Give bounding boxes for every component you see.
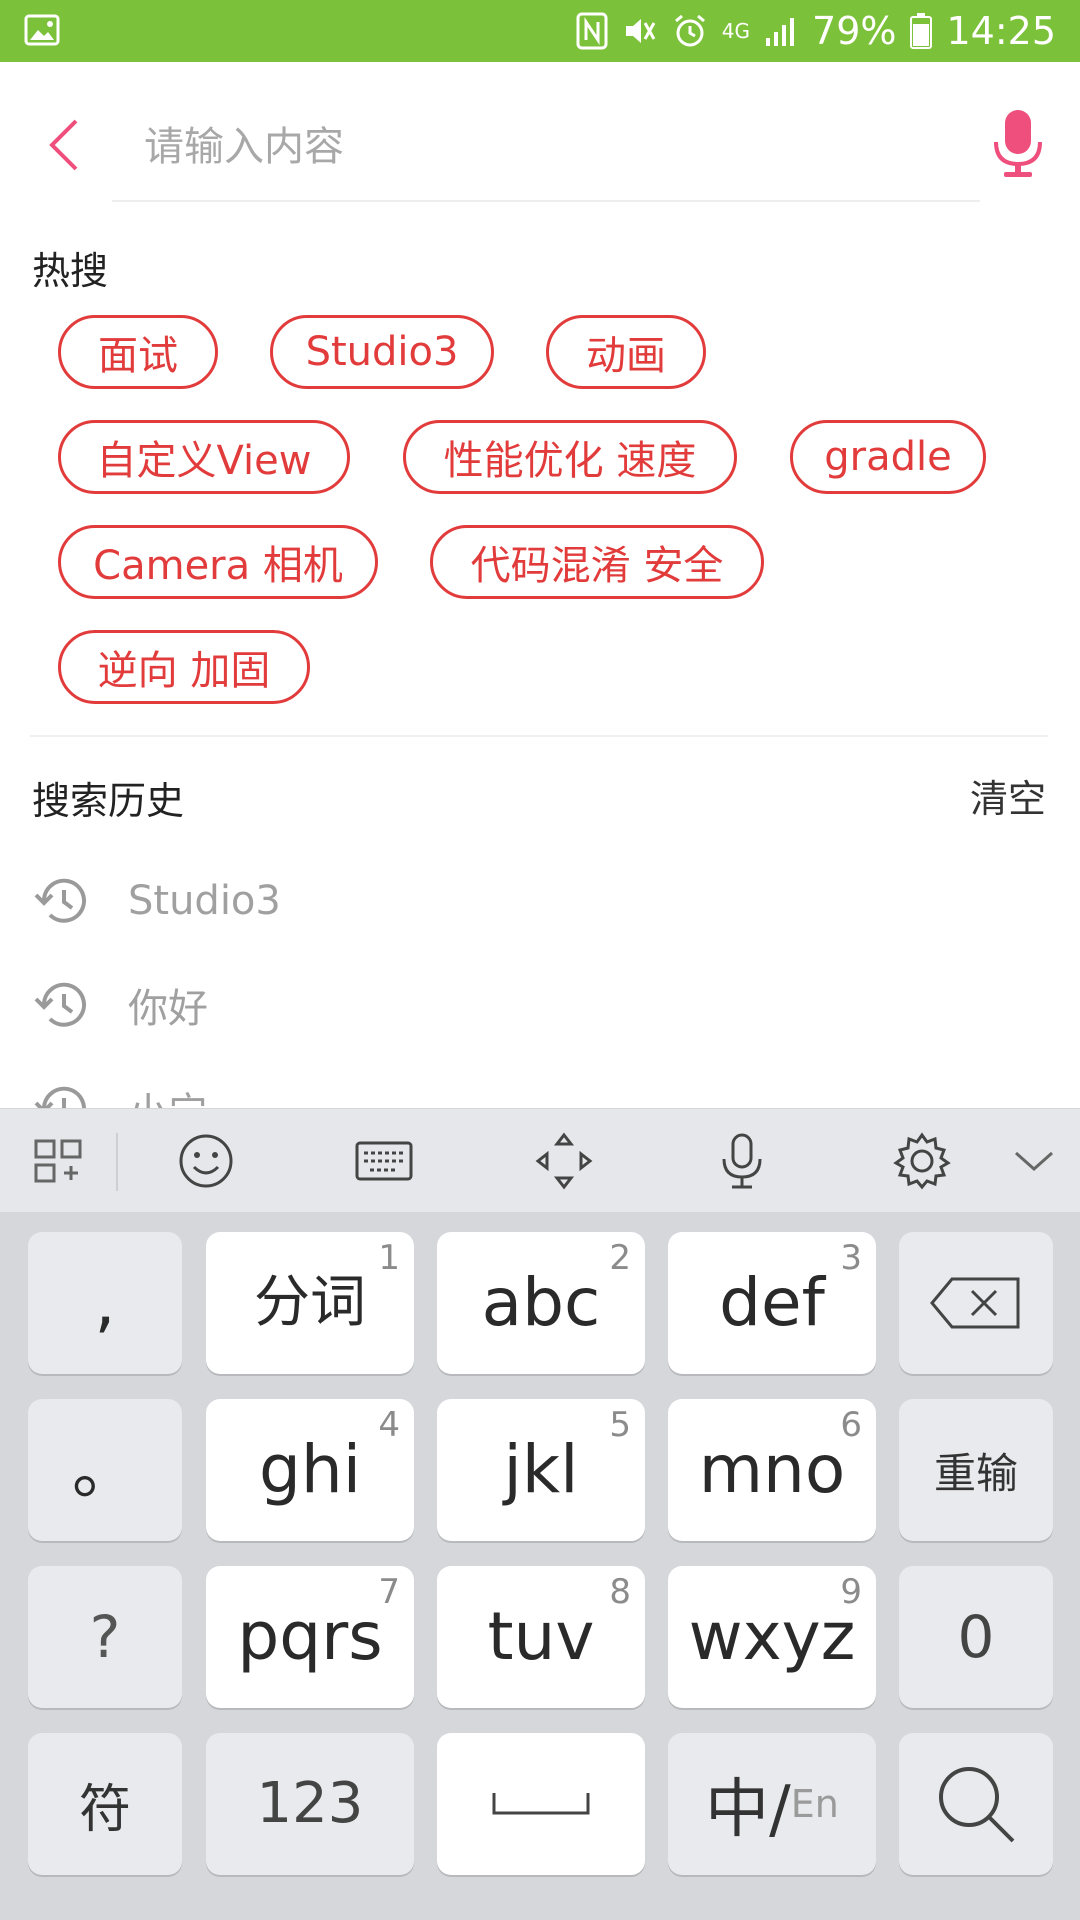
hot-tag[interactable]: Studio3 bbox=[270, 315, 494, 389]
history-item[interactable]: 你好 bbox=[30, 960, 1050, 1050]
history-item-label: 你好 bbox=[128, 986, 208, 1032]
key-symbols[interactable]: 符 bbox=[28, 1733, 182, 1875]
signal-icon bbox=[766, 18, 795, 46]
hot-tag[interactable]: 逆向 加固 bbox=[58, 630, 310, 704]
keyboard-toolbar bbox=[0, 1108, 1080, 1213]
space-icon bbox=[492, 1793, 590, 1815]
hot-tag[interactable]: Camera 相机 bbox=[58, 525, 378, 599]
key-numbers[interactable]: 123 bbox=[206, 1733, 414, 1875]
back-arrow-icon[interactable] bbox=[40, 115, 92, 175]
apps-grid-icon[interactable] bbox=[30, 1131, 90, 1191]
history-icon bbox=[34, 982, 86, 1027]
search-underline bbox=[112, 200, 980, 202]
hot-tag[interactable]: 面试 bbox=[58, 315, 218, 389]
history-title: 搜索历史 bbox=[32, 779, 185, 823]
key-3[interactable]: def 3 bbox=[668, 1232, 876, 1374]
key-0[interactable]: 0 bbox=[899, 1566, 1053, 1708]
key-space[interactable] bbox=[437, 1733, 645, 1875]
keyboard-icon[interactable] bbox=[354, 1131, 414, 1191]
battery-percent: 79% bbox=[812, 9, 897, 53]
settings-gear-icon[interactable] bbox=[892, 1131, 952, 1191]
hot-tag[interactable]: 自定义View bbox=[58, 420, 350, 494]
section-divider bbox=[30, 735, 1048, 737]
backspace-icon bbox=[930, 1277, 1020, 1329]
battery-icon bbox=[910, 13, 933, 49]
hot-tag[interactable]: 代码混淆 安全 bbox=[430, 525, 764, 599]
key-backspace[interactable] bbox=[899, 1232, 1053, 1374]
key-2[interactable]: abc 2 bbox=[437, 1232, 645, 1374]
voice-input-icon[interactable] bbox=[712, 1131, 772, 1191]
key-5[interactable]: jkl 5 bbox=[437, 1399, 645, 1541]
gallery-notification-icon bbox=[24, 14, 60, 46]
key-8[interactable]: tuv 8 bbox=[437, 1566, 645, 1708]
clear-history-button[interactable]: 清空 bbox=[970, 768, 1046, 823]
status-bar: 4G 79% 14:25 bbox=[0, 0, 1080, 62]
hot-tag[interactable]: 性能优化 速度 bbox=[403, 420, 737, 494]
cursor-move-icon[interactable] bbox=[534, 1131, 594, 1191]
clock: 14:25 bbox=[946, 9, 1056, 53]
key-1[interactable]: 分词 1 bbox=[206, 1232, 414, 1374]
key-search[interactable] bbox=[899, 1733, 1053, 1875]
key-7[interactable]: pqrs 7 bbox=[206, 1566, 414, 1708]
key-9[interactable]: wxyz 9 bbox=[668, 1566, 876, 1708]
microphone-icon[interactable] bbox=[988, 108, 1048, 180]
toolbar-separator bbox=[116, 1133, 118, 1191]
key-language-toggle[interactable]: 中/ En bbox=[668, 1733, 876, 1875]
network-type: 4G bbox=[721, 19, 751, 43]
emoji-icon[interactable] bbox=[176, 1131, 236, 1191]
nfc-icon bbox=[576, 12, 608, 50]
key-4[interactable]: ghi 4 bbox=[206, 1399, 414, 1541]
history-item-label: Studio3 bbox=[128, 878, 281, 924]
alarm-icon bbox=[674, 14, 705, 47]
search-input[interactable] bbox=[114, 108, 1034, 186]
mute-icon bbox=[625, 19, 656, 43]
history-item[interactable]: Studio3 bbox=[30, 856, 1050, 946]
hot-search-title: 热搜 bbox=[32, 249, 109, 293]
key-reset[interactable]: 重输 bbox=[899, 1399, 1053, 1541]
key-question[interactable]: ? bbox=[28, 1566, 182, 1708]
history-icon bbox=[34, 878, 86, 923]
search-icon bbox=[939, 1767, 1015, 1843]
collapse-keyboard-icon[interactable] bbox=[1004, 1131, 1064, 1191]
hot-tag[interactable]: 动画 bbox=[546, 315, 706, 389]
key-comma[interactable]: , bbox=[28, 1232, 182, 1374]
hot-tag[interactable]: gradle bbox=[790, 420, 986, 494]
key-period[interactable]: 。 bbox=[28, 1399, 182, 1541]
key-6[interactable]: mno 6 bbox=[668, 1399, 876, 1541]
